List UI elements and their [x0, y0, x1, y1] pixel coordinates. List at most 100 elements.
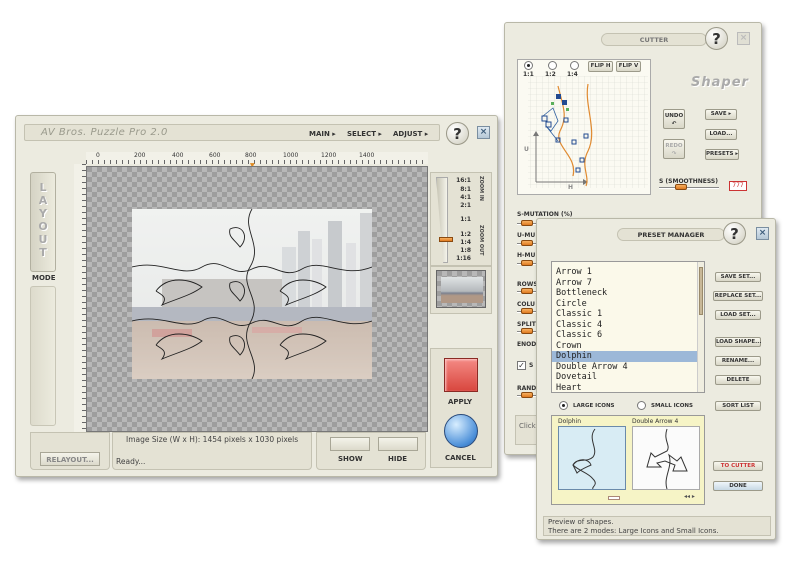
h-mutation-label: H-MU [517, 252, 536, 259]
preset-list-item[interactable]: Arrow 1 [552, 267, 698, 278]
cancel-button[interactable] [444, 414, 478, 448]
large-icons-radio[interactable] [559, 401, 568, 410]
u-mutation-thumb[interactable] [521, 240, 533, 246]
preset-list-item[interactable]: Classic 1 [552, 309, 698, 320]
menu-select[interactable]: SELECT ▸ [347, 130, 382, 138]
cutter-presets-button[interactable]: PRESETS ▸ [705, 149, 739, 160]
flip-v-button[interactable]: FLIP V [616, 61, 641, 72]
preset-list-item[interactable]: Arrow 7 [552, 278, 698, 289]
info-line-2: There are 2 modes: Large Icons and Small… [548, 526, 719, 535]
ratio-1-4-radio[interactable] [570, 61, 579, 70]
zoom-16-1[interactable]: 16:1 [451, 177, 471, 184]
s-mutation-thumb[interactable] [521, 220, 533, 226]
preview-dolphin[interactable] [558, 426, 626, 490]
random-thumb[interactable] [521, 392, 533, 398]
thumbnail-panel[interactable] [430, 266, 492, 314]
zoom-track[interactable] [436, 177, 448, 263]
u-mutation-slider[interactable] [517, 240, 537, 246]
layout-mode-panel[interactable]: L A Y O U T [30, 172, 56, 272]
preset-list-item[interactable]: Crown [552, 341, 698, 352]
preview-scroll-arrows-icon[interactable]: ◂◂ ▸ [684, 493, 695, 500]
preview-double-arrow[interactable] [632, 426, 700, 490]
columns-slider[interactable] [517, 308, 537, 314]
preset-list-scroll-thumb[interactable] [699, 267, 703, 315]
preset-list[interactable]: Arrow 1 Arrow 7 Bottleneck Circle Classic 1C… [551, 261, 705, 393]
preset-list-item[interactable]: Heart [552, 383, 698, 393]
preset-list-item[interactable]: Classic 6 [552, 330, 698, 341]
load-shape-button[interactable]: LOAD SHAPE... [715, 337, 761, 347]
preset-close-icon[interactable]: × [756, 227, 769, 240]
menu-main[interactable]: MAIN ▸ [309, 130, 336, 138]
undo-button[interactable]: UNDO ↶ [663, 109, 685, 129]
preset-list-item[interactable]: Double Arrow 4 [552, 362, 698, 373]
h-mutation-slider[interactable] [517, 260, 537, 266]
zoom-1-8[interactable]: 1:8 [451, 247, 471, 254]
cutter-help-button[interactable]: ? [705, 27, 728, 50]
load-set-button[interactable]: LOAD SET... [715, 310, 761, 320]
puzzle-pro-window: AV Bros. Puzzle Pro 2.0 MAIN ▸ SELECT ▸ … [15, 115, 498, 477]
relayout-button[interactable]: RELAYOUT... [40, 452, 100, 466]
h-mutation-thumb[interactable] [521, 260, 533, 266]
preset-info-box: Preview of shapes. There are 2 modes: La… [543, 516, 771, 536]
preset-manager-window: PRESET MANAGER ? × Arrow 1 Arrow 7 Bottlen… [536, 218, 776, 540]
cutter-save-button[interactable]: SAVE ▸ [705, 109, 737, 120]
status-text: Ready... [116, 457, 146, 466]
thumbnail-preview[interactable] [436, 270, 486, 308]
zoom-1-4[interactable]: 1:4 [451, 239, 471, 246]
puzzle-close-icon[interactable]: × [477, 126, 490, 139]
preset-list-item[interactable]: Bottleneck [552, 288, 698, 299]
zoom-4-1[interactable]: 4:1 [451, 194, 471, 201]
preset-list-item[interactable]: Circle [552, 299, 698, 310]
puzzle-image[interactable] [132, 209, 372, 379]
to-cutter-button[interactable]: TO CUTTER [713, 461, 763, 471]
zoom-panel[interactable]: 16:1 8:1 4:1 2:1 1:1 1:2 1:4 1:8 1:16 ZO… [430, 172, 492, 266]
random-slider[interactable] [517, 392, 537, 398]
ratio-1-2-radio[interactable] [548, 61, 557, 70]
zoom-8-1[interactable]: 8:1 [451, 186, 471, 193]
sort-list-button[interactable]: SORT LIST [715, 401, 761, 411]
menu-adjust[interactable]: ADJUST ▸ [393, 130, 428, 138]
hide-button[interactable] [378, 437, 418, 451]
canvas-area[interactable] [86, 166, 428, 432]
apply-button[interactable] [444, 358, 478, 392]
cutter-close-icon[interactable]: × [737, 32, 750, 45]
hide-label: HIDE [388, 455, 408, 463]
ratio-1-1-radio[interactable] [524, 61, 533, 70]
zoom-1-2[interactable]: 1:2 [451, 231, 471, 238]
redo-button[interactable]: REDO ↷ [663, 139, 685, 159]
flip-h-button[interactable]: FLIP H [588, 61, 613, 72]
zoom-2-1[interactable]: 2:1 [451, 202, 471, 209]
replace-set-button[interactable]: REPLACE SET... [713, 291, 763, 301]
enod-label: ENOD [517, 341, 537, 348]
smoothness-slider[interactable] [659, 184, 719, 190]
columns-thumb[interactable] [521, 308, 533, 314]
cutter-load-button[interactable]: LOAD... [705, 129, 737, 140]
done-button[interactable]: DONE [713, 481, 763, 491]
rows-slider[interactable] [517, 288, 537, 294]
preset-list-item[interactable]: Dovetail [552, 372, 698, 383]
smoothness-slider-thumb[interactable] [675, 184, 687, 190]
preset-list-item[interactable]: Dolphin [552, 351, 698, 362]
preset-list-item[interactable]: Classic 4 [552, 320, 698, 331]
shape-editor-panel[interactable]: 1:1 1:2 1:4 FLIP H FLIP V U H [517, 59, 651, 195]
shape-preview-panel[interactable]: Dolphin Double Arrow 4 ◂◂ ▸ [551, 415, 705, 505]
preview-scroll-thumb[interactable] [608, 496, 620, 500]
zoom-1-1[interactable]: 1:1 [451, 216, 471, 223]
puzzle-help-button[interactable]: ? [446, 122, 469, 145]
shape-grid[interactable] [518, 76, 650, 194]
split-thumb[interactable] [521, 328, 533, 334]
preset-help-button[interactable]: ? [723, 222, 746, 245]
split-slider[interactable] [517, 328, 537, 334]
show-button[interactable] [330, 437, 370, 451]
rename-button[interactable]: RENAME... [715, 356, 761, 366]
save-set-button[interactable]: SAVE SET... [715, 272, 761, 282]
smoothness-value[interactable]: 777 [729, 181, 747, 191]
delete-button[interactable]: DELETE [715, 375, 761, 385]
s-checkbox[interactable]: ✓ [517, 361, 526, 370]
preset-list-scrollbar[interactable] [697, 262, 704, 392]
zoom-1-16[interactable]: 1:16 [451, 255, 471, 262]
rows-thumb[interactable] [521, 288, 533, 294]
s-mutation-slider[interactable] [517, 220, 537, 226]
axis-h-label: H [568, 184, 574, 191]
small-icons-radio[interactable] [637, 401, 646, 410]
